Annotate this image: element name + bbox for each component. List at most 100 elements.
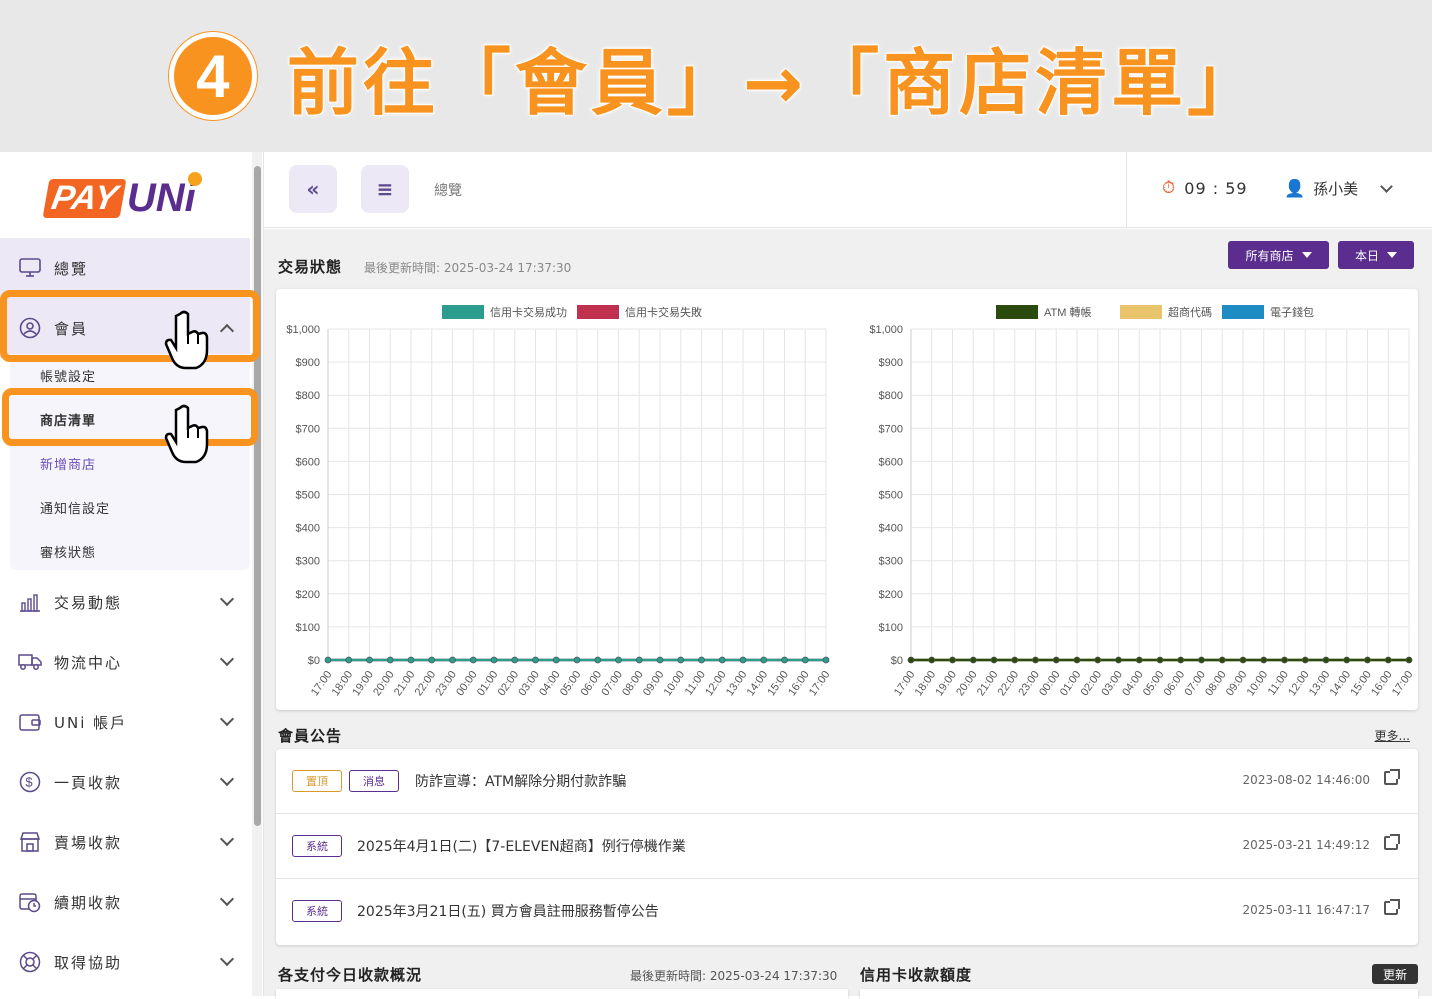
announcement-title[interactable]: 防詐宣導：ATM解除分期付款詐騙 <box>415 771 626 791</box>
data-point <box>511 656 519 664</box>
legend-label: 信用卡交易失敗 <box>625 305 702 319</box>
scrollbar-thumb[interactable] <box>254 166 261 826</box>
data-point <box>1052 656 1060 664</box>
chevron-down-icon <box>219 771 235 787</box>
sidebar-item-help[interactable]: 取得協助 <box>0 932 250 992</box>
data-point <box>1032 656 1039 664</box>
banner-text: 前往「會員」→「商店清單」 <box>286 40 1264 126</box>
store-filter-dropdown[interactable]: 所有商店 <box>1228 241 1329 269</box>
charts-card: $1,000 $900 $800 $700 $600 $500 $400 $300 $200 $1… <box>276 289 1418 710</box>
chevron-down-icon[interactable] <box>1380 180 1393 193</box>
data-point <box>990 656 998 664</box>
user-icon: 👤 <box>1284 178 1306 199</box>
data-point <box>801 656 809 664</box>
y-tick-label: $600 <box>296 456 320 468</box>
x-tick-label: 20:00 <box>954 669 980 698</box>
tag-system: 系統 <box>292 835 342 857</box>
x-tick-label: 09:00 <box>641 669 667 698</box>
sidebar-item-logistics[interactable]: 物流中心 <box>0 632 250 692</box>
legend-label: 電子錢包 <box>1270 305 1314 319</box>
data-point <box>907 656 915 664</box>
x-tick-label: 02:00 <box>496 669 522 698</box>
date-filter-dropdown[interactable]: 本日 <box>1338 241 1414 269</box>
x-tick-label: 15:00 <box>765 669 791 698</box>
external-link-icon[interactable] <box>1384 834 1400 850</box>
user-menu[interactable]: 👤 孫小美 <box>1284 178 1358 199</box>
x-tick-label: 18:00 <box>330 669 356 698</box>
data-point <box>594 656 602 664</box>
x-tick-label: 04:00 <box>537 669 563 698</box>
truck-icon <box>18 650 42 674</box>
x-tick-label: 10:00 <box>662 669 688 698</box>
data-point <box>1135 656 1143 664</box>
announcement-row[interactable]: 系統 2025年3月21日(五) 買方會員註冊服務暫停公告 2025-03-11… <box>276 879 1418 944</box>
sidebar-item-store-payment[interactable]: 賣場收款 <box>0 812 250 872</box>
x-tick-label: 14:00 <box>745 669 771 698</box>
legend-swatch <box>996 305 1038 319</box>
chevron-down-icon <box>219 831 235 847</box>
monitor-icon <box>18 256 42 280</box>
announcements-title: 會員公告 <box>278 727 343 745</box>
data-point <box>1115 656 1122 664</box>
data-point <box>928 656 936 664</box>
dollar-circle-icon: $ <box>18 770 42 794</box>
announcement-row[interactable]: 置頂 消息 防詐宣導：ATM解除分期付款詐騙 2023-08-02 14:46:… <box>276 749 1418 814</box>
data-point <box>1156 656 1164 664</box>
collapse-sidebar-button[interactable]: « <box>289 165 337 213</box>
data-point <box>1198 656 1205 664</box>
x-tick-label: 17:00 <box>892 669 918 698</box>
payments-today-card <box>276 989 848 999</box>
data-point <box>1218 656 1226 664</box>
submenu-add-store[interactable]: 新增商店 <box>40 454 96 473</box>
y-tick-label: $700 <box>296 423 320 435</box>
x-tick-label: 14:00 <box>1328 669 1354 698</box>
sidebar-item-uni-account[interactable]: UNi 帳戶 <box>0 692 250 752</box>
menu-button[interactable]: ≡ <box>361 165 409 213</box>
submenu-account-settings[interactable]: 帳號設定 <box>40 366 96 385</box>
external-link-icon[interactable] <box>1384 899 1400 915</box>
sidebar-item-one-page-payment[interactable]: $ 一頁收款 <box>0 752 250 812</box>
y-tick-label: $500 <box>879 490 903 502</box>
chevron-down-icon <box>219 891 235 907</box>
y-tick-label: $900 <box>879 357 903 369</box>
announcement-title[interactable]: 2025年3月21日(五) 買方會員註冊服務暫停公告 <box>357 901 659 921</box>
sidebar-scrollbar[interactable] <box>252 152 262 996</box>
x-tick-label: 03:00 <box>1099 669 1125 698</box>
sidebar-item-transactions[interactable]: 交易動態 <box>0 572 250 632</box>
more-announcements-link[interactable]: 更多... <box>1375 727 1410 744</box>
x-tick-label: 12:00 <box>703 669 729 698</box>
x-tick-label: 00:00 <box>454 669 480 698</box>
external-link-icon[interactable] <box>1384 769 1400 785</box>
legend-swatch <box>1120 305 1162 319</box>
x-tick-label: 21:00 <box>975 669 1001 698</box>
announcement-date: 2025-03-21 14:49:12 <box>1242 838 1370 852</box>
x-tick-label: 01:00 <box>1058 669 1084 698</box>
credit-limit-title: 信用卡收款額度 <box>860 966 973 984</box>
data-point <box>552 656 560 664</box>
storefront-icon <box>18 830 42 854</box>
data-point <box>407 656 415 664</box>
submenu-review-status[interactable]: 審核狀態 <box>40 542 96 561</box>
x-tick-label: 19:00 <box>933 669 959 698</box>
refresh-button[interactable]: 更新 <box>1372 964 1418 984</box>
sidebar-item-recurring-payment[interactable]: 續期收款 <box>0 872 250 932</box>
bar-chart-icon <box>18 590 42 614</box>
data-point <box>386 656 394 664</box>
data-point <box>635 656 643 664</box>
x-tick-label: 04:00 <box>1120 669 1146 698</box>
submenu-notification-settings[interactable]: 通知信設定 <box>40 498 110 517</box>
announcement-row[interactable]: 系統 2025年4月1日(二)【7-ELEVEN超商】例行停機作業 2025-0… <box>276 814 1418 879</box>
x-tick-label: 23:00 <box>1016 669 1042 698</box>
data-point <box>739 656 747 664</box>
y-tick-label: $500 <box>296 490 320 502</box>
payuni-logo[interactable]: PAY UNi <box>42 168 202 228</box>
announcement-title[interactable]: 2025年4月1日(二)【7-ELEVEN超商】例行停機作業 <box>357 836 686 856</box>
announcements-card: 置頂 消息 防詐宣導：ATM解除分期付款詐騙 2023-08-02 14:46:… <box>276 749 1418 945</box>
sidebar-item-overview[interactable]: 總覽 <box>0 238 250 298</box>
y-tick-label: $200 <box>879 589 903 601</box>
y-tick-label: $700 <box>879 423 903 435</box>
timer-value: 09 : 59 <box>1184 178 1248 198</box>
x-tick-label: 17:00 <box>309 669 335 698</box>
data-point <box>1260 656 1268 664</box>
tag-pinned: 置頂 <box>292 770 342 792</box>
